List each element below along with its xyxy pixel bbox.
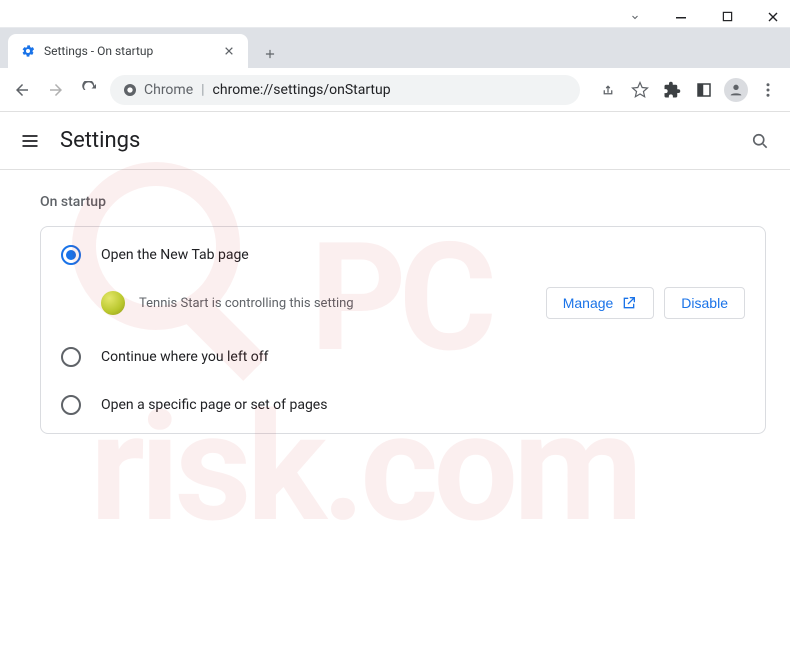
address-bar[interactable]: Chrome | chrome://settings/onStartup	[110, 75, 580, 105]
settings-content: On startup Open the New Tab page Tennis …	[0, 170, 790, 434]
site-chip[interactable]: Chrome	[122, 82, 193, 98]
window-controls	[0, 0, 790, 28]
extension-controlled-notice: Tennis Start is controlling this setting…	[41, 279, 765, 333]
window-maximize-icon[interactable]	[720, 10, 734, 24]
new-tab-button[interactable]	[256, 40, 284, 68]
share-icon[interactable]	[594, 76, 622, 104]
bookmark-star-icon[interactable]	[626, 76, 654, 104]
url-text: chrome://settings/onStartup	[213, 82, 391, 98]
window-tab-dropdown-icon[interactable]	[628, 10, 642, 24]
option-new-tab[interactable]: Open the New Tab page	[41, 231, 765, 279]
manage-button[interactable]: Manage	[546, 287, 655, 319]
controlled-text: Tennis Start is controlling this setting	[139, 296, 354, 311]
option-continue[interactable]: Continue where you left off	[41, 333, 765, 381]
disable-button[interactable]: Disable	[664, 287, 745, 319]
tab-close-icon[interactable]	[222, 44, 236, 58]
option-label: Open the New Tab page	[101, 247, 249, 263]
hamburger-menu-icon[interactable]	[20, 131, 40, 151]
extensions-puzzle-icon[interactable]	[658, 76, 686, 104]
option-label: Open a specific page or set of pages	[101, 397, 327, 413]
tennis-ball-icon	[101, 291, 125, 315]
option-specific-pages[interactable]: Open a specific page or set of pages	[41, 381, 765, 429]
open-external-icon	[621, 295, 637, 311]
radio-unselected-icon	[61, 347, 81, 367]
radio-selected-icon	[61, 245, 81, 265]
section-title: On startup	[40, 194, 766, 210]
forward-button[interactable]	[42, 76, 70, 104]
page-title: Settings	[60, 128, 140, 153]
startup-options-card: Open the New Tab page Tennis Start is co…	[40, 226, 766, 434]
radio-unselected-icon	[61, 395, 81, 415]
reload-button[interactable]	[76, 76, 104, 104]
origin-label: Chrome	[144, 82, 193, 98]
toolbar-right	[594, 76, 782, 104]
tab-title: Settings - On startup	[44, 44, 214, 58]
settings-header: Settings	[0, 112, 790, 170]
back-button[interactable]	[8, 76, 36, 104]
profile-avatar[interactable]	[722, 76, 750, 104]
manage-label: Manage	[563, 295, 614, 311]
disable-label: Disable	[681, 295, 728, 311]
omnibox-separator: |	[201, 82, 204, 98]
option-label: Continue where you left off	[101, 349, 269, 365]
avatar-icon	[724, 78, 748, 102]
chrome-logo-icon	[122, 82, 138, 98]
browser-toolbar: Chrome | chrome://settings/onStartup	[0, 68, 790, 112]
browser-tab[interactable]: Settings - On startup	[8, 34, 248, 68]
reading-list-icon[interactable]	[690, 76, 718, 104]
search-icon[interactable]	[750, 131, 770, 151]
settings-gear-icon	[20, 43, 36, 59]
tab-strip: Settings - On startup	[0, 28, 790, 68]
kebab-menu-icon[interactable]	[754, 76, 782, 104]
window-close-icon[interactable]	[766, 10, 780, 24]
window-minimize-icon[interactable]	[674, 10, 688, 24]
